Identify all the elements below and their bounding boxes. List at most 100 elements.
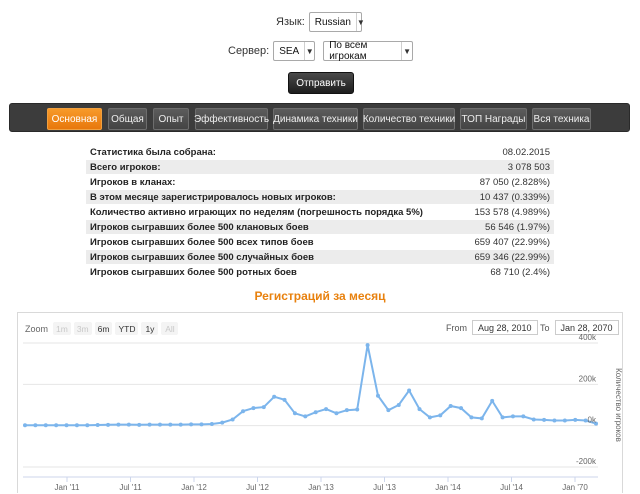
- language-select[interactable]: Russian ▼: [308, 12, 365, 32]
- series-line: [25, 344, 597, 427]
- chevron-down-icon: ▼: [355, 13, 365, 31]
- data-point[interactable]: [386, 408, 391, 413]
- data-point[interactable]: [521, 414, 526, 419]
- data-point[interactable]: [189, 422, 194, 427]
- data-point[interactable]: [448, 404, 453, 409]
- data-point[interactable]: [54, 423, 59, 428]
- x-tick-label: Jul '12: [246, 483, 269, 492]
- tab-main[interactable]: Основная: [47, 108, 102, 130]
- language-row: Язык: Russian ▼: [276, 12, 365, 32]
- y-tick-label: 0k: [588, 416, 597, 425]
- y-axis-title: Количество игроков: [614, 368, 623, 442]
- stats-row: Игроков сыгравших более 500 ротных боев 6…: [86, 265, 554, 280]
- data-point[interactable]: [168, 422, 173, 427]
- data-point[interactable]: [126, 422, 131, 427]
- data-point[interactable]: [85, 423, 90, 428]
- tab-general[interactable]: Общая: [108, 108, 147, 130]
- x-tick-label: Jan '12: [181, 483, 207, 492]
- players-select-value: По всем игрокам: [329, 40, 368, 62]
- data-point[interactable]: [562, 418, 567, 423]
- stats-row: Игроков сыгравших более 500 случайных бо…: [86, 250, 554, 265]
- data-point[interactable]: [178, 422, 183, 427]
- stats-row: Статистика была собрана: 08.02.2015: [86, 145, 554, 160]
- data-point[interactable]: [407, 388, 412, 393]
- data-point[interactable]: [313, 410, 318, 415]
- stats-row: В этом месяце зарегистрировалось новых и…: [86, 190, 554, 205]
- data-point[interactable]: [344, 408, 349, 413]
- x-tick-label: Jan '14: [435, 483, 461, 492]
- x-tick-label: Jan '11: [55, 483, 81, 492]
- data-point[interactable]: [334, 411, 339, 416]
- data-point[interactable]: [33, 423, 38, 428]
- data-point[interactable]: [241, 409, 246, 414]
- x-tick-label: Jan '70: [562, 483, 588, 492]
- data-point[interactable]: [282, 397, 287, 402]
- server-row: Сервер: SEA ▼ По всем игрокам ▼: [228, 40, 414, 62]
- chevron-down-icon: ▼: [400, 42, 412, 60]
- data-point[interactable]: [43, 423, 48, 428]
- data-point[interactable]: [23, 423, 27, 428]
- data-point[interactable]: [573, 417, 578, 422]
- tab-all-vehicles[interactable]: Вся техника: [532, 108, 591, 130]
- tab-efficiency[interactable]: Эффективность: [194, 108, 269, 130]
- data-point[interactable]: [137, 422, 142, 427]
- stats-row: Всего игроков: 3 078 503: [86, 160, 554, 175]
- y-tick-label: 200k: [579, 374, 597, 383]
- data-point[interactable]: [365, 343, 370, 348]
- data-point[interactable]: [500, 415, 505, 420]
- server-label: Сервер:: [228, 45, 270, 57]
- server-select[interactable]: SEA ▼: [273, 41, 316, 61]
- tab-bar: Основная Общая Опыт Эффективность Динами…: [9, 103, 630, 132]
- data-point[interactable]: [95, 423, 100, 428]
- data-point[interactable]: [64, 423, 69, 428]
- submit-button[interactable]: Отправить: [288, 72, 354, 94]
- data-point[interactable]: [479, 416, 484, 421]
- data-point[interactable]: [375, 393, 380, 398]
- data-point[interactable]: [157, 422, 162, 427]
- x-tick-label: Jul '13: [373, 483, 396, 492]
- language-label: Язык:: [276, 16, 305, 28]
- data-point[interactable]: [490, 398, 495, 403]
- data-point[interactable]: [116, 422, 121, 427]
- data-point[interactable]: [199, 422, 204, 427]
- data-point[interactable]: [552, 418, 557, 423]
- data-point[interactable]: [324, 407, 329, 412]
- data-point[interactable]: [147, 422, 152, 427]
- data-point[interactable]: [469, 415, 474, 420]
- stats-row: Игроков в кланах: 87 050 (2.828%): [86, 175, 554, 190]
- data-point[interactable]: [303, 414, 308, 419]
- data-point[interactable]: [272, 394, 277, 399]
- players-select[interactable]: По всем игрокам ▼: [323, 40, 414, 62]
- data-point[interactable]: [396, 403, 401, 407]
- data-point[interactable]: [427, 415, 432, 420]
- tab-vehicle-count[interactable]: Количество техники: [363, 108, 455, 130]
- data-point[interactable]: [531, 417, 536, 422]
- data-point[interactable]: [438, 413, 443, 418]
- registrations-chart: Zoom 1m 3m 6m YTD 1y All From Aug 28, 20…: [17, 312, 623, 493]
- tab-vehicle-dynamics[interactable]: Динамика техники: [273, 108, 358, 130]
- stats-row: Игроков сыгравших более 500 клановых бое…: [86, 220, 554, 235]
- y-tick-label: 400k: [579, 333, 597, 342]
- data-point[interactable]: [251, 406, 256, 411]
- tab-top-awards[interactable]: ТОП Награды: [460, 108, 527, 130]
- chevron-down-icon: ▼: [304, 42, 314, 60]
- data-point[interactable]: [74, 423, 79, 428]
- stats-row: Количество активно играющих по неделям (…: [86, 205, 554, 220]
- data-point[interactable]: [417, 407, 422, 412]
- data-point[interactable]: [510, 414, 515, 419]
- section-title: Регистраций за месяц: [254, 289, 386, 303]
- x-tick-label: Jan '13: [308, 483, 334, 492]
- data-point[interactable]: [230, 417, 235, 422]
- data-point[interactable]: [459, 406, 464, 411]
- x-tick-label: Jul '14: [500, 483, 523, 492]
- data-point[interactable]: [220, 420, 225, 425]
- data-point[interactable]: [355, 407, 360, 412]
- tab-experience[interactable]: Опыт: [153, 108, 189, 130]
- data-point[interactable]: [261, 405, 266, 410]
- data-point[interactable]: [209, 422, 214, 427]
- data-point[interactable]: [542, 417, 547, 422]
- data-point[interactable]: [106, 422, 111, 427]
- data-point[interactable]: [292, 411, 297, 416]
- x-tick-label: Jul '11: [119, 483, 142, 492]
- stats-table: Статистика была собрана: 08.02.2015 Всего…: [86, 145, 554, 280]
